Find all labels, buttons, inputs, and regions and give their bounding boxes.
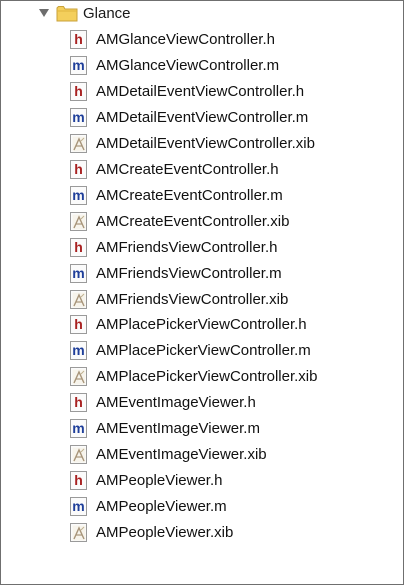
implementation-file-icon: m bbox=[70, 419, 87, 438]
file-row[interactable]: m AMDetailEventViewController.m bbox=[1, 105, 403, 130]
file-name: AMFriendsViewController.m bbox=[96, 265, 282, 282]
header-file-icon: h bbox=[70, 30, 87, 49]
implementation-file-icon: m bbox=[70, 264, 87, 283]
file-row[interactable]: AMPeopleViewer.xib bbox=[1, 520, 403, 545]
xib-file-icon bbox=[70, 290, 87, 309]
file-row[interactable]: h AMDetailEventViewController.h bbox=[1, 79, 403, 104]
file-name: AMFriendsViewController.xib bbox=[96, 291, 289, 308]
file-name: AMDetailEventViewController.h bbox=[96, 83, 305, 100]
file-name: AMGlanceViewController.m bbox=[96, 57, 280, 74]
header-file-icon: h bbox=[70, 82, 87, 101]
file-row[interactable]: m AMGlanceViewController.m bbox=[1, 53, 403, 78]
file-name: AMDetailEventViewController.m bbox=[96, 109, 309, 126]
implementation-file-icon: m bbox=[70, 56, 87, 75]
implementation-file-icon: m bbox=[70, 341, 87, 360]
file-name: AMPeopleViewer.xib bbox=[96, 524, 234, 541]
file-name: AMCreateEventController.xib bbox=[96, 213, 290, 230]
header-file-icon: h bbox=[70, 160, 87, 179]
header-file-icon: h bbox=[70, 238, 87, 257]
file-name: AMCreateEventController.h bbox=[96, 161, 279, 178]
file-row[interactable]: m AMPeopleViewer.m bbox=[1, 494, 403, 519]
implementation-file-icon: m bbox=[70, 108, 87, 127]
file-name: AMEventImageViewer.m bbox=[96, 420, 260, 437]
file-name: AMEventImageViewer.h bbox=[96, 394, 256, 411]
implementation-file-icon: m bbox=[70, 497, 87, 516]
file-row[interactable]: AMEventImageViewer.xib bbox=[1, 442, 403, 467]
header-file-icon: h bbox=[70, 393, 87, 412]
file-name: AMPeopleViewer.m bbox=[96, 498, 227, 515]
header-file-icon: h bbox=[70, 471, 87, 490]
file-name: AMDetailEventViewController.xib bbox=[96, 135, 315, 152]
xib-file-icon bbox=[70, 523, 87, 542]
file-row[interactable]: AMFriendsViewController.xib bbox=[1, 287, 403, 312]
group-label: Glance bbox=[83, 5, 131, 22]
file-row[interactable]: m AMEventImageViewer.m bbox=[1, 416, 403, 441]
file-row[interactable]: AMDetailEventViewController.xib bbox=[1, 131, 403, 156]
implementation-file-icon: m bbox=[70, 186, 87, 205]
disclosure-triangle-icon[interactable] bbox=[39, 9, 49, 17]
file-name: AMPlacePickerViewController.xib bbox=[96, 368, 318, 385]
file-row[interactable]: h AMEventImageViewer.h bbox=[1, 390, 403, 415]
xib-file-icon bbox=[70, 367, 87, 386]
file-row[interactable]: h AMPeopleViewer.h bbox=[1, 468, 403, 493]
project-navigator: Glance h AMGlanceViewController.h m AMGlanc… bbox=[0, 0, 404, 585]
file-name: AMEventImageViewer.xib bbox=[96, 446, 267, 463]
xib-file-icon bbox=[70, 134, 87, 153]
file-name: AMPlacePickerViewController.h bbox=[96, 316, 307, 333]
file-row[interactable]: h AMPlacePickerViewController.h bbox=[1, 312, 403, 337]
group-row-glance[interactable]: Glance bbox=[1, 1, 403, 27]
xib-file-icon bbox=[70, 445, 87, 464]
file-row[interactable]: AMPlacePickerViewController.xib bbox=[1, 364, 403, 389]
file-name: AMCreateEventController.m bbox=[96, 187, 283, 204]
file-name: AMFriendsViewController.h bbox=[96, 239, 278, 256]
file-name: AMGlanceViewController.h bbox=[96, 31, 275, 48]
file-name: AMPeopleViewer.h bbox=[96, 472, 223, 489]
header-file-icon: h bbox=[70, 315, 87, 334]
file-row[interactable]: m AMFriendsViewController.m bbox=[1, 261, 403, 286]
folder-icon bbox=[56, 5, 78, 22]
file-row[interactable]: h AMGlanceViewController.h bbox=[1, 27, 403, 52]
file-row[interactable]: m AMPlacePickerViewController.m bbox=[1, 338, 403, 363]
file-row[interactable]: m AMCreateEventController.m bbox=[1, 183, 403, 208]
xib-file-icon bbox=[70, 212, 87, 231]
file-row[interactable]: h AMCreateEventController.h bbox=[1, 157, 403, 182]
file-name: AMPlacePickerViewController.m bbox=[96, 342, 311, 359]
file-row[interactable]: h AMFriendsViewController.h bbox=[1, 235, 403, 260]
file-row[interactable]: AMCreateEventController.xib bbox=[1, 209, 403, 234]
